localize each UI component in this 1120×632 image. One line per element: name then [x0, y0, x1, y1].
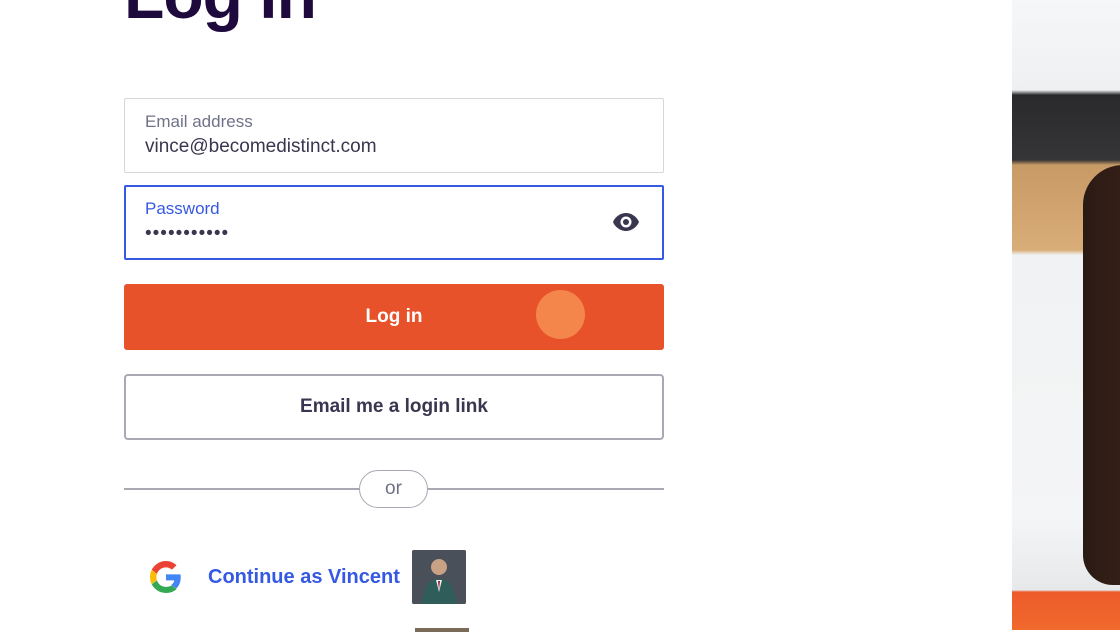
continue-as-label: Continue as Vincent	[208, 565, 400, 588]
or-divider: or	[359, 470, 428, 508]
email-input[interactable]	[145, 136, 585, 158]
divider-line-right	[427, 488, 664, 490]
password-input[interactable]: •••••••••••	[145, 223, 585, 245]
continue-with-google-button[interactable]: Continue as Vincent	[150, 550, 466, 604]
divider-line-left	[124, 488, 360, 490]
email-field[interactable]: Email address	[124, 98, 664, 173]
hero-photo-person	[1083, 165, 1120, 585]
password-field-label: Password	[145, 199, 220, 218]
google-icon	[150, 561, 181, 593]
click-indicator	[536, 290, 585, 339]
eye-icon[interactable]	[612, 211, 640, 233]
email-login-link-button[interactable]: Email me a login link	[124, 374, 664, 440]
avatar-partial	[415, 628, 469, 632]
password-field[interactable]: Password •••••••••••	[124, 185, 664, 260]
email-field-label: Email address	[145, 112, 253, 131]
avatar	[411, 550, 466, 604]
page-title: Log in	[124, 0, 317, 28]
